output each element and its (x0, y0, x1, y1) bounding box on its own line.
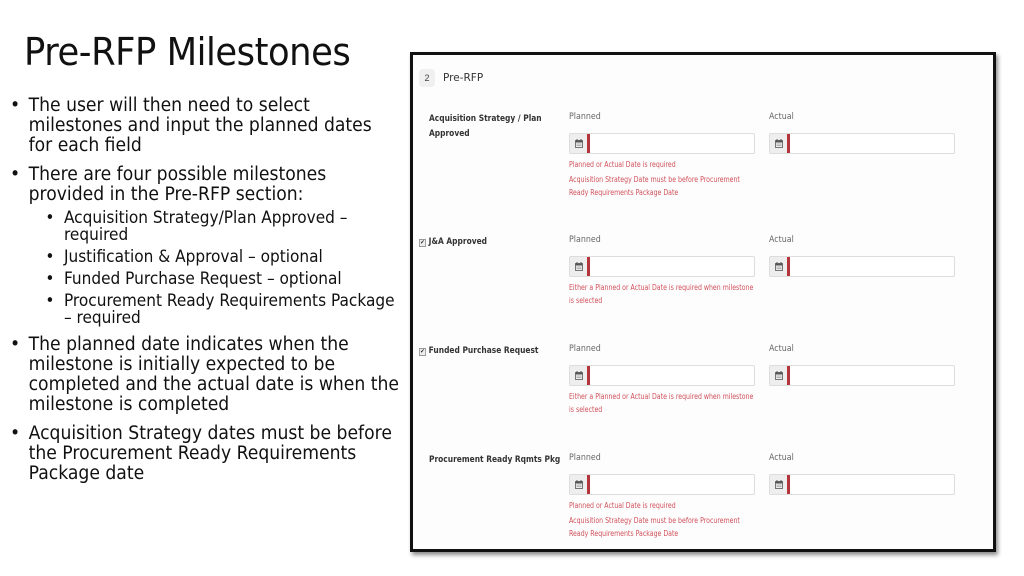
bullet-list: • The user will then need to select mile… (10, 96, 400, 493)
bullet-text: The planned date indicates when the mile… (28, 334, 399, 415)
error-message: Acquisition Strategy Date must be before… (569, 516, 740, 538)
planned-date-input[interactable] (569, 474, 755, 495)
planned-date-field[interactable] (590, 257, 754, 276)
sub-bullet-text: Acquisition Strategy/Plan Approved – req… (63, 208, 348, 244)
sub-bullet-text: Funded Purchase Request – optional (63, 269, 342, 288)
planned-date-input[interactable] (569, 256, 755, 277)
actual-date-field[interactable] (790, 257, 954, 276)
section-header: 2 Pre-RFP (419, 69, 483, 87)
bullet-dot: • (10, 334, 21, 355)
milestone-label: Acquisition Strategy / Plan Approved (429, 112, 542, 142)
actual-label: Actual (769, 235, 794, 245)
milestone-label-line: J&A Approved (428, 237, 488, 247)
planned-date-input[interactable] (569, 133, 755, 154)
planned-label: Planned (569, 235, 601, 245)
sub-bullet-text: Justification & Approval – optional (63, 247, 323, 266)
bullet-item: • There are four possible milestones pro… (10, 164, 401, 327)
calendar-icon[interactable] (770, 475, 790, 494)
actual-date-field[interactable] (790, 366, 954, 385)
bullet-dot: • (10, 164, 21, 185)
section-number-badge: 2 (419, 69, 435, 87)
actual-label: Actual (769, 112, 794, 122)
actual-date-field[interactable] (790, 475, 954, 494)
bullet-dot: • (10, 423, 21, 444)
calendar-icon[interactable] (570, 134, 590, 153)
milestone-label-line: Acquisition Strategy / Plan (429, 114, 542, 124)
planned-label: Planned (569, 112, 601, 122)
sub-bullet-item: • Funded Purchase Request – optional (45, 270, 400, 287)
milestone-checkbox[interactable]: ✔ (419, 239, 427, 247)
bullet-dot: • (45, 208, 55, 227)
planned-date-field[interactable] (590, 475, 754, 494)
validation-errors: Either a Planned or Actual Date is requi… (569, 390, 759, 418)
planned-date-field[interactable] (590, 366, 754, 385)
milestone-label: ✔ Funded Purchase Request (419, 344, 539, 359)
actual-date-input[interactable] (769, 365, 955, 386)
planned-date-input[interactable] (569, 365, 755, 386)
calendar-icon[interactable] (570, 475, 590, 494)
pre-rfp-form-screenshot: 2 Pre-RFP Acquisition Strategy / Plan Ap… (410, 52, 996, 552)
section-title: Pre-RFP (443, 72, 484, 84)
planned-date-field[interactable] (590, 134, 754, 153)
sub-bullet-item: • Justification & Approval – optional (45, 248, 400, 265)
sub-bullet-text: Procurement Ready Requirements Package –… (63, 291, 395, 327)
calendar-icon[interactable] (770, 366, 790, 385)
validation-errors: Planned or Actual Date is required Acqui… (569, 499, 759, 542)
bullet-item: • The user will then need to select mile… (10, 96, 401, 156)
actual-date-input[interactable] (769, 133, 955, 154)
milestone-label-line: Approved (429, 129, 470, 139)
error-message: Planned or Actual Date is required (569, 160, 676, 169)
bullet-dot: • (45, 269, 55, 288)
milestone-label-line: Funded Purchase Request (428, 346, 539, 356)
milestone-label-line: Procurement Ready Rqmts Pkg (429, 455, 561, 465)
actual-date-field[interactable] (790, 134, 954, 153)
sub-bullet-item: • Acquisition Strategy/Plan Approved – r… (45, 209, 400, 243)
milestone-label: Procurement Ready Rqmts Pkg (429, 453, 560, 468)
bullet-dot: • (45, 291, 55, 310)
error-message: Either a Planned or Actual Date is requi… (569, 392, 754, 414)
bullet-item: • Acquisition Strategy dates must be bef… (10, 424, 401, 484)
actual-label: Actual (769, 344, 794, 354)
actual-label: Actual (769, 453, 794, 463)
validation-errors: Either a Planned or Actual Date is requi… (569, 281, 759, 309)
calendar-icon[interactable] (770, 257, 790, 276)
error-message: Planned or Actual Date is required (569, 501, 676, 510)
sub-bullet-item: • Procurement Ready Requirements Package… (45, 292, 400, 326)
validation-errors: Planned or Actual Date is required Acqui… (569, 158, 759, 201)
bullet-text: There are four possible milestones provi… (28, 164, 327, 205)
actual-date-input[interactable] (769, 256, 955, 277)
calendar-icon[interactable] (570, 366, 590, 385)
planned-label: Planned (569, 344, 601, 354)
actual-date-input[interactable] (769, 474, 955, 495)
bullet-dot: • (45, 247, 55, 266)
sub-bullet-list: • Acquisition Strategy/Plan Approved – r… (45, 209, 400, 326)
bullet-dot: • (10, 95, 21, 116)
planned-label: Planned (569, 453, 601, 463)
bullet-item: • The planned date indicates when the mi… (10, 335, 401, 415)
calendar-icon[interactable] (570, 257, 590, 276)
milestone-checkbox[interactable]: ✔ (419, 348, 427, 356)
error-message: Either a Planned or Actual Date is requi… (569, 283, 754, 305)
slide-title: Pre-RFP Milestones (24, 30, 351, 74)
milestone-label: ✔ J&A Approved (419, 235, 516, 250)
error-message: Acquisition Strategy Date must be before… (569, 175, 740, 197)
bullet-text: Acquisition Strategy dates must be befor… (28, 423, 392, 484)
calendar-icon[interactable] (770, 134, 790, 153)
bullet-text: The user will then need to select milest… (28, 95, 372, 156)
